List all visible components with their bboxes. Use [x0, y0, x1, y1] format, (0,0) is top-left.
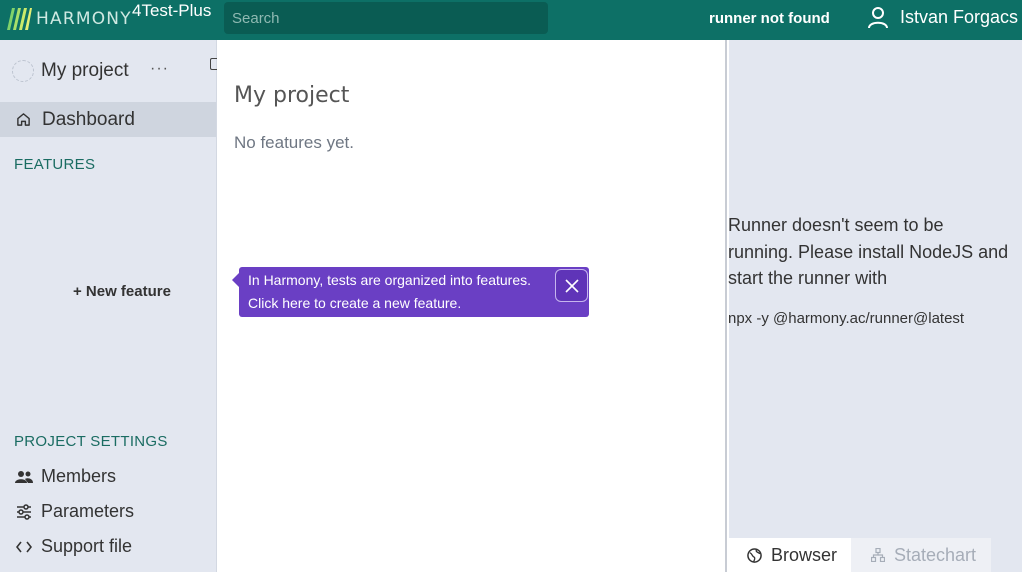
code-icon [14, 537, 34, 557]
user-icon [868, 7, 888, 29]
new-feature-button[interactable]: + New feature [73, 283, 171, 300]
sidebar-item-label: Members [41, 466, 117, 486]
runner-panel: Runner doesn't seem to be running. Pleas… [728, 40, 1022, 572]
user-name: Istvan Forgacs [900, 6, 1019, 27]
empty-state-text: No features yet. [234, 133, 355, 152]
tooltip-line-1: In Harmony, tests are organized into fea… [248, 272, 531, 288]
logo-text: HARMONY [36, 9, 132, 29]
features-section-title: FEATURES [14, 156, 96, 173]
user-menu[interactable]: Istvan Forgacs [866, 5, 1018, 29]
tooltip-line-2: Click here to create a new feature. [248, 295, 462, 311]
project-name: My project [41, 60, 129, 81]
search-input[interactable] [224, 2, 548, 34]
tab-label: Statechart [894, 544, 977, 565]
organization-name[interactable]: 4Test-Plus [132, 1, 211, 21]
sidebar-item-dashboard[interactable]: Dashboard [0, 102, 216, 137]
sidebar-item-label: Support file [41, 536, 133, 556]
loading-spinner-icon [12, 60, 34, 82]
project-header[interactable]: My project [12, 60, 129, 82]
sidebar-item-label: Dashboard [42, 108, 135, 130]
home-icon [17, 113, 30, 126]
project-more-button[interactable]: ··· [150, 60, 169, 78]
sidebar: My project ··· Dashboard FEATURES + New … [0, 40, 217, 572]
close-icon [564, 278, 579, 293]
harmony-logo-icon [7, 8, 32, 30]
globe-icon [747, 547, 762, 563]
harmony-logo[interactable]: HARMONY [6, 6, 132, 32]
people-icon [14, 467, 34, 487]
onboarding-tooltip: In Harmony, tests are organized into fea… [232, 267, 589, 317]
tab-browser[interactable]: Browser [729, 538, 851, 572]
tab-label: Browser [771, 544, 838, 565]
sidebar-item-parameters[interactable]: Parameters [14, 501, 134, 522]
sidebar-item-label: Parameters [41, 501, 135, 521]
sidebar-item-support-file[interactable]: Support file [14, 536, 132, 557]
tooltip-close-button[interactable] [555, 269, 588, 302]
sidebar-collapse-icon[interactable] [210, 58, 217, 70]
top-bar: HARMONY 4Test-Plus runner not found Istv… [0, 0, 1022, 40]
panel-tabs: Browser Statechart [729, 538, 1022, 572]
page-title: My project [234, 83, 350, 108]
runner-command[interactable]: npx -y @harmony.ac/runner@latest [728, 310, 964, 327]
runner-status: runner not found [709, 10, 830, 27]
sliders-icon [14, 502, 34, 522]
runner-message: Runner doesn't seem to be running. Pleas… [728, 215, 1009, 288]
sidebar-item-members[interactable]: Members [14, 466, 116, 487]
tab-statechart[interactable]: Statechart [851, 538, 991, 572]
hierarchy-icon [871, 548, 885, 562]
project-settings-title: PROJECT SETTINGS [14, 433, 168, 450]
